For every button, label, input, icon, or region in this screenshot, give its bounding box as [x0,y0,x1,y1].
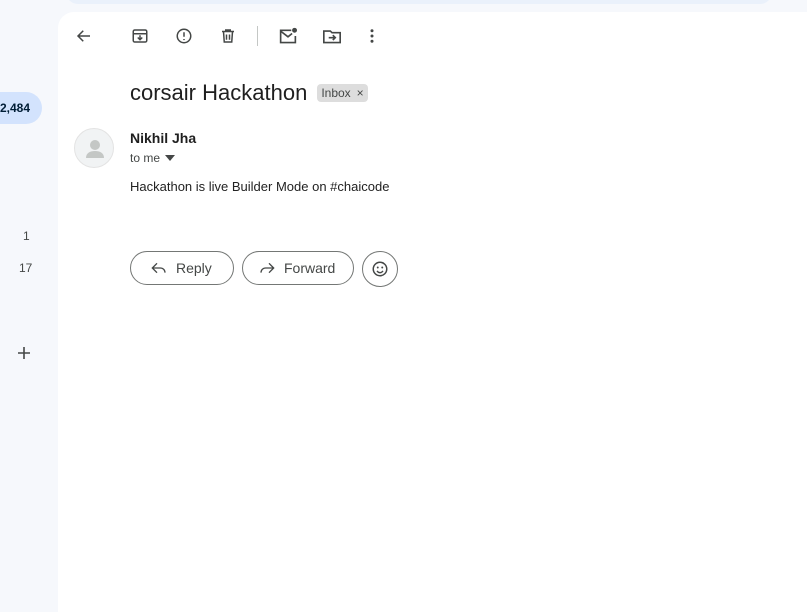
remove-label-button[interactable]: × [357,86,364,100]
person-icon [86,140,104,158]
forward-button[interactable]: Forward [242,251,354,285]
mark-unread-icon [279,27,297,44]
report-spam-icon [176,28,192,44]
more-vert-icon [370,29,374,43]
avatar[interactable] [74,128,114,168]
forward-icon [260,262,275,274]
archive-button[interactable] [128,24,152,48]
mark-unread-button[interactable] [276,24,300,48]
caret-down-icon [165,155,176,161]
back-button[interactable] [72,24,96,48]
email-body: Hackathon is live Builder Mode on #chaic… [130,179,390,194]
inbox-count: 2,484 [0,101,30,115]
folder-count-1: 1 [23,229,30,243]
forward-label: Forward [284,260,336,276]
reply-icon [151,262,166,274]
left-rail: 2,484 1 17 [0,0,58,599]
archive-icon [132,29,148,43]
folder-count-2: 17 [19,261,33,275]
inbox-count-pill[interactable]: 2,484 [0,92,42,124]
label-text: Inbox [321,86,351,100]
search-bar-edge[interactable] [66,0,772,4]
move-to-icon [323,30,341,44]
recipient-details[interactable]: to me [130,151,176,165]
reply-button[interactable]: Reply [130,251,234,285]
message-view: corsair Hackathon Inbox × Nikhil Jha to … [58,12,807,612]
smiley-icon [372,261,388,277]
delete-icon [222,29,234,43]
inbox-label-chip[interactable]: Inbox × [317,84,368,102]
recipient-text: to me [130,151,161,165]
delete-button[interactable] [216,24,240,48]
back-arrow-icon [76,30,90,42]
message-toolbar [58,12,807,60]
add-label-button[interactable] [14,343,34,363]
plus-icon [18,347,30,359]
reply-label: Reply [176,260,212,276]
email-subject: corsair Hackathon [130,80,308,105]
subject-row: corsair Hackathon Inbox × [130,80,368,106]
toolbar-divider [257,26,258,46]
sender-name[interactable]: Nikhil Jha [130,130,196,146]
report-spam-button[interactable] [172,24,196,48]
more-options-button[interactable] [360,24,384,48]
move-to-button[interactable] [320,24,344,48]
emoji-reaction-button[interactable] [362,251,398,287]
